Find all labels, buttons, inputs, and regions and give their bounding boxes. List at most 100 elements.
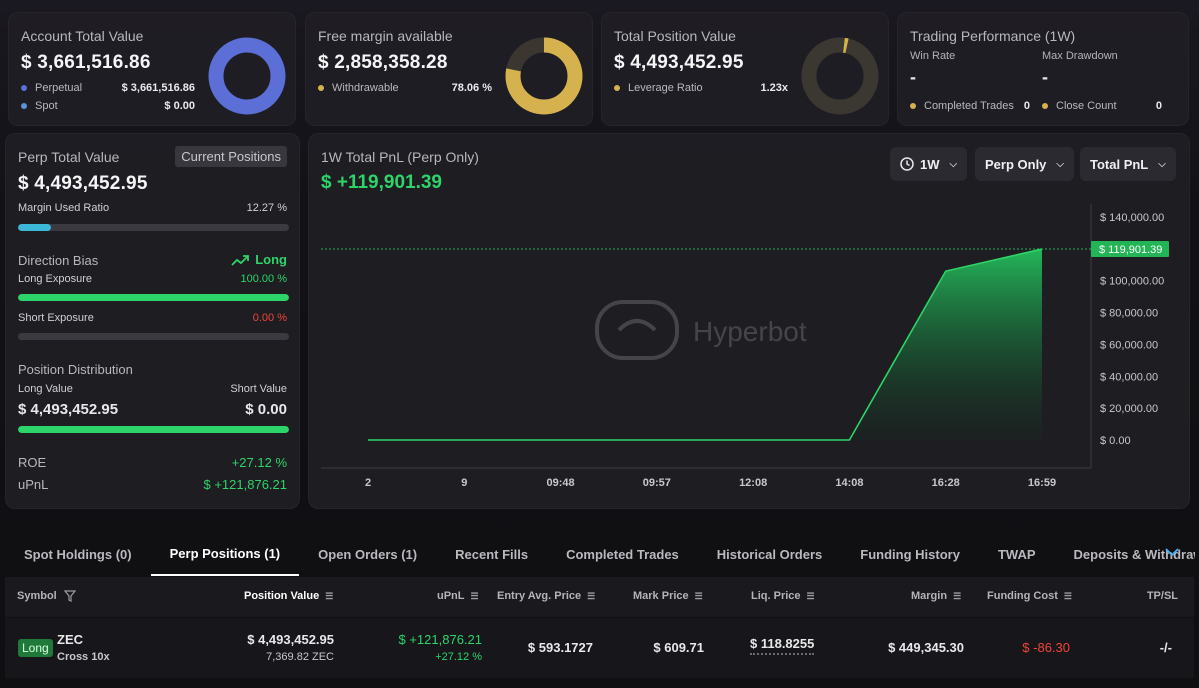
tab-open-orders[interactable]: Open Orders (1) [299, 532, 436, 576]
margin-mode-cell: Cross 10x [57, 651, 110, 663]
spot-label: Spot [35, 100, 58, 112]
margin-header[interactable]: Margin ☰ [911, 590, 961, 602]
sort-icon[interactable]: ☰ [325, 591, 333, 601]
mark-price-header-label: Mark Price [633, 590, 689, 602]
symbol-header-label: Symbol [17, 590, 57, 602]
position-value-cell: $ 4,493,452.95 [247, 632, 334, 647]
withdrawable-dot [318, 85, 324, 92]
trading-performance-title: Trading Performance (1W) [910, 28, 1076, 44]
sort-icon[interactable]: ☰ [807, 591, 815, 601]
side-badge: Long [18, 639, 53, 657]
liq-price-cell[interactable]: $ 118.8255 [750, 636, 815, 655]
tab-perp-positions[interactable]: Perp Positions (1) [150, 532, 300, 576]
long-exposure-bar-fill [18, 294, 289, 301]
roe-label: ROE [18, 455, 47, 470]
x-tick-label: 16:59 [1028, 477, 1056, 489]
long-exposure-label: Long Exposure [18, 273, 92, 285]
account-donut-ring [208, 37, 286, 115]
entry-price-header-label: Entry Avg. Price [497, 590, 582, 602]
close-count-dot [1042, 103, 1048, 110]
total-position-value-card: Total Position Value $ 4,493,452.95 Leve… [601, 12, 889, 126]
short-exposure-label: Short Exposure [18, 312, 94, 324]
symbol-cell[interactable]: ZEC [57, 632, 83, 647]
margin-used-bar [18, 224, 289, 231]
total-position-donut-chart [801, 37, 879, 115]
sort-icon[interactable]: ☰ [471, 591, 479, 601]
perpetual-value: $ 3,661,516.86 [121, 82, 195, 94]
metric-dropdown[interactable]: Total PnL ⌵ [1080, 147, 1176, 181]
funding-cost-cell: $ -86.30 [1022, 640, 1070, 655]
y-tick-label: $ 40,000.00 [1100, 371, 1158, 383]
win-rate-label: Win Rate [910, 50, 956, 62]
total-position-donut-sliver [843, 37, 849, 54]
hyperbot-logo-mark [595, 300, 679, 360]
x-tick-label: 16:28 [932, 477, 960, 489]
funding-cost-header[interactable]: Funding Cost ☰ [987, 590, 1072, 602]
tab-spot-holdings[interactable]: Spot Holdings (0) [5, 532, 151, 576]
close-count-value: 0 [1155, 100, 1162, 112]
free-margin-title: Free margin available [318, 28, 453, 44]
chevron-down-icon: ⌵ [1056, 158, 1065, 170]
perpetual-dot [21, 85, 27, 92]
position-size-cell: 7,369.82 ZEC [266, 651, 334, 663]
period-dropdown[interactable]: 1W ⌵ [890, 147, 968, 181]
liq-price-header-label: Liq. Price [751, 590, 801, 602]
withdrawable-label: Withdrawable [332, 82, 399, 94]
entry-price-header[interactable]: Entry Avg. Price ☰ [497, 590, 595, 602]
perp-total-value: $ 4,493,452.95 [18, 173, 148, 194]
sort-icon[interactable]: ☰ [1064, 591, 1072, 601]
roe-value: +27.12 % [231, 455, 287, 470]
long-exposure-bar [18, 294, 289, 301]
tab-completed-trades[interactable]: Completed Trades [547, 532, 698, 576]
positions-table-header: Symbol Position Value ☰ uPnL ☰ Entry Avg. … [5, 577, 1194, 617]
margin-used-value: 12.27 % [246, 202, 287, 214]
chevron-down-icon: ⌵ [1158, 158, 1166, 170]
short-value: $ 0.00 [245, 401, 287, 418]
x-tick-label: 14:08 [835, 477, 863, 489]
chevron-down-icon[interactable] [1165, 544, 1179, 560]
account-total-value-title: Account Total Value [21, 28, 144, 44]
upnl-percent-cell: +27.12 % [435, 651, 482, 663]
account-total-value-card: Account Total Value $ 3,661,516.86 Perpe… [8, 12, 296, 126]
metric-value: Total PnL [1090, 156, 1149, 172]
max-drawdown-value: - [1042, 67, 1048, 87]
sort-icon[interactable]: ☰ [587, 591, 595, 601]
direction-bias-label: Direction Bias [18, 253, 99, 268]
tab-recent-fills[interactable]: Recent Fills [436, 532, 547, 576]
short-exposure-value: 0.00 % [252, 312, 287, 324]
pnl-chart-title: 1W Total PnL (Perp Only) [321, 149, 479, 165]
sort-icon[interactable]: ☰ [953, 591, 961, 601]
y-tick-label: $ 80,000.00 [1100, 308, 1158, 320]
entry-price-cell: $ 593.1727 [527, 640, 593, 655]
x-tick-label: 2 [365, 477, 371, 489]
account-donut-chart [208, 37, 286, 115]
free-margin-card: Free margin available $ 2,858,358.28 Wit… [305, 12, 593, 126]
long-value-label: Long Value [18, 383, 73, 395]
current-positions-button[interactable]: Current Positions [175, 146, 287, 167]
tpsl-cell[interactable]: -/- [1160, 640, 1172, 655]
withdrawable-row: Withdrawable 78.06 % [318, 82, 492, 94]
hyperbot-logo-glyph [617, 319, 657, 332]
period-value: 1W [920, 156, 940, 172]
upnl-value: $ +121,876.21 [203, 477, 288, 492]
x-tick-label: 9 [461, 477, 467, 489]
scope-dropdown[interactable]: Perp Only ⌵ [975, 147, 1075, 181]
sort-icon[interactable]: ☰ [695, 591, 703, 601]
filter-icon[interactable] [63, 590, 77, 603]
positions-tab-bar: Spot Holdings (0) Perp Positions (1) Ope… [5, 532, 1195, 576]
y-tick-label: $ 140,000.00 [1100, 212, 1164, 224]
mark-price-cell: $ 609.71 [653, 640, 704, 655]
symbol-header[interactable]: Symbol [17, 590, 77, 603]
upnl-header[interactable]: uPnL ☰ [437, 590, 479, 602]
tab-twap[interactable]: TWAP [979, 532, 1055, 576]
upnl-header-label: uPnL [437, 590, 465, 602]
table-row[interactable]: Long ZEC Cross 10x $ 4,493,452.95 7,369.… [5, 618, 1194, 678]
liq-price-header[interactable]: Liq. Price ☰ [751, 590, 815, 602]
clock-icon [900, 157, 914, 171]
mark-price-header[interactable]: Mark Price ☰ [633, 590, 703, 602]
tab-historical-orders[interactable]: Historical Orders [698, 532, 842, 576]
margin-used-bar-fill [18, 224, 52, 231]
long-value: $ 4,493,452.95 [18, 401, 119, 418]
tab-funding-history[interactable]: Funding History [841, 532, 979, 576]
position-value-header[interactable]: Position Value ☰ [244, 590, 333, 602]
